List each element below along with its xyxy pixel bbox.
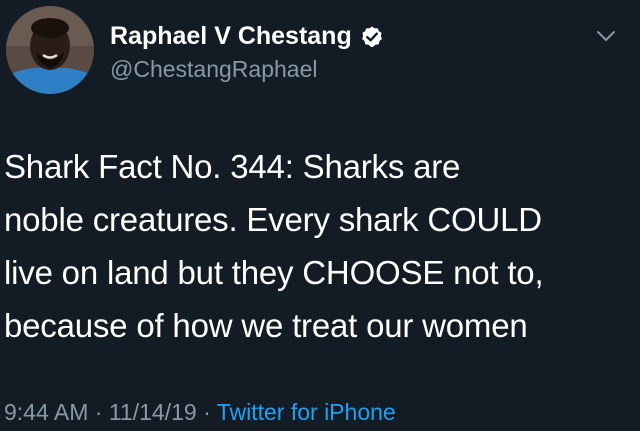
chevron-down-icon[interactable] <box>594 24 618 48</box>
avatar-image <box>6 6 94 94</box>
tweet-card: Raphael V Chestang @ChestangRaphael Shar… <box>0 0 640 431</box>
tweet-date[interactable]: 11/14/19 <box>109 399 197 425</box>
author-avatar[interactable] <box>6 6 94 94</box>
tweet-time[interactable]: 9:44 AM <box>4 399 88 425</box>
tweet-source-link[interactable]: Twitter for iPhone <box>217 399 396 425</box>
author-display-name[interactable]: Raphael V Chestang <box>110 22 352 51</box>
tweet-text: Shark Fact No. 344: Sharks are noble cre… <box>4 148 544 344</box>
verified-badge-icon <box>361 26 382 47</box>
tweet-meta: 9:44 AM · 11/14/19 · Twitter for iPhone <box>4 399 396 426</box>
meta-separator: · <box>203 399 211 425</box>
author-handle[interactable]: @ChestangRaphael <box>110 56 317 83</box>
author-name-row[interactable]: Raphael V Chestang <box>110 22 384 51</box>
meta-separator: · <box>94 399 103 425</box>
